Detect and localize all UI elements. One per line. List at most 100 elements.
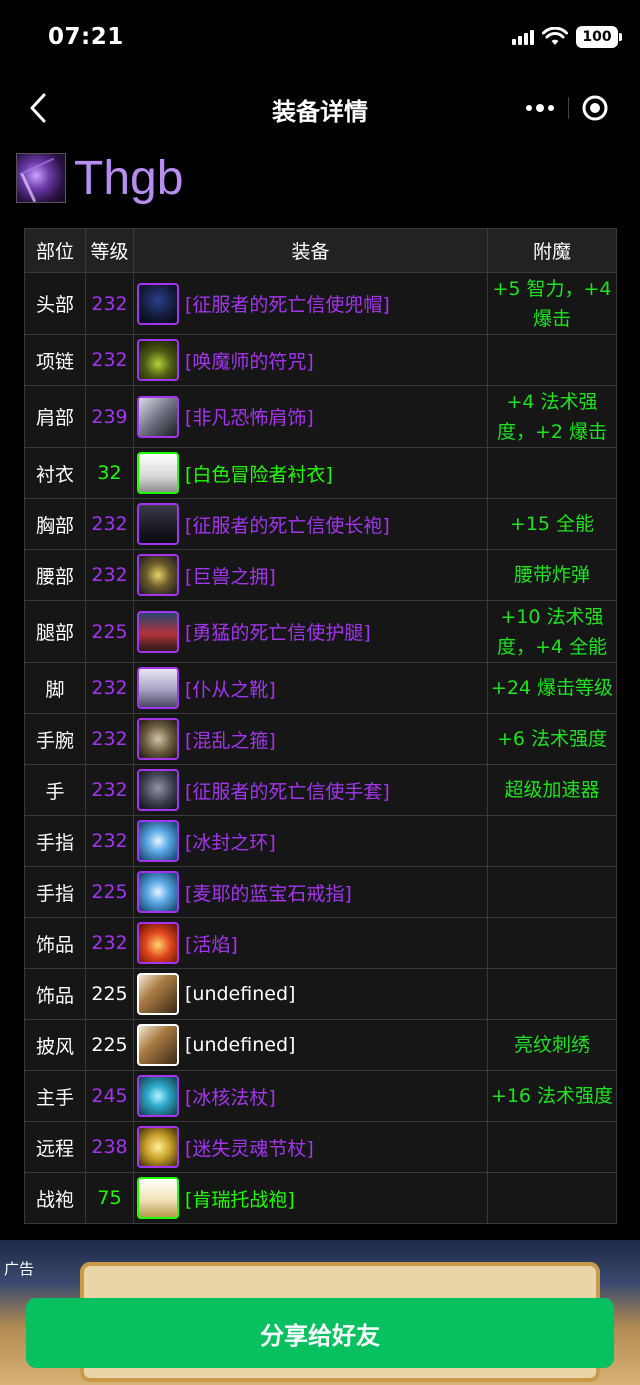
item-name[interactable]: [麦耶的蓝宝石戒指] xyxy=(185,879,352,906)
item-cell[interactable]: [唤魔师的符咒] xyxy=(133,334,488,386)
item-name[interactable]: [征服者的死亡信使兜帽] xyxy=(185,290,390,317)
enchant-cell xyxy=(487,447,617,499)
item-cell[interactable]: [麦耶的蓝宝石戒指] xyxy=(133,866,488,918)
item-name[interactable]: [活焰] xyxy=(185,930,238,957)
hood-icon xyxy=(137,282,179,325)
item-name[interactable]: [巨兽之拥] xyxy=(185,562,276,589)
cellular-signal-icon xyxy=(512,29,534,45)
enchant-cell: 腰带炸弹 xyxy=(487,549,617,601)
item-cell[interactable]: [仆从之靴] xyxy=(133,662,488,714)
equipment-row[interactable]: 饰品 232 [活焰] xyxy=(24,917,617,969)
enchant-cell: 超级加速器 xyxy=(487,764,617,816)
item-name[interactable]: [undefined] xyxy=(185,983,295,1005)
equipment-row[interactable]: 脚 232 [仆从之靴] +24 爆击等级 xyxy=(24,662,617,714)
level-cell: 232 xyxy=(85,713,134,765)
slot-cell: 手腕 xyxy=(24,713,86,765)
equipment-row[interactable]: 衬衣 32 [白色冒险者衬衣] xyxy=(24,447,617,499)
header-level: 等级 xyxy=(85,228,134,273)
item-name[interactable]: [征服者的死亡信使长袍] xyxy=(185,511,390,538)
slot-cell: 远程 xyxy=(24,1121,86,1173)
item-cell[interactable]: [征服者的死亡信使长袍] xyxy=(133,498,488,550)
equipment-table: 部位 等级 装备 附魔 头部 232 [征服者的死亡信使兜帽] +5 智力，+4 爆击… xyxy=(24,228,617,1224)
item-cell[interactable]: [征服者的死亡信使手套] xyxy=(133,764,488,816)
level-cell: 232 xyxy=(85,662,134,714)
table-header-row: 部位 等级 装备 附魔 xyxy=(24,228,617,273)
item-cell[interactable]: [冰封之环] xyxy=(133,815,488,867)
item-cell[interactable]: [混乱之箍] xyxy=(133,713,488,765)
more-button[interactable] xyxy=(512,90,568,126)
close-mini-program-button[interactable] xyxy=(568,90,622,126)
item-name[interactable]: [征服者的死亡信使手套] xyxy=(185,777,390,804)
item-cell[interactable]: [勇猛的死亡信使护腿] xyxy=(133,600,488,663)
item-cell[interactable]: [征服者的死亡信使兜帽] xyxy=(133,272,488,335)
equipment-row[interactable]: 战袍 75 [肯瑞托战袍] xyxy=(24,1172,617,1224)
enchant-cell xyxy=(487,1172,617,1224)
character-header: Thgb xyxy=(16,150,183,206)
item-name[interactable]: [唤魔师的符咒] xyxy=(185,347,314,374)
item-name[interactable]: [肯瑞托战袍] xyxy=(185,1185,295,1212)
level-cell: 232 xyxy=(85,764,134,816)
equipment-row[interactable]: 手腕 232 [混乱之箍] +6 法术强度 xyxy=(24,713,617,765)
equipment-row[interactable]: 腿部 225 [勇猛的死亡信使护腿] +10 法术强度，+4 全能 xyxy=(24,600,617,663)
level-cell: 225 xyxy=(85,600,134,663)
belt-icon xyxy=(137,554,179,596)
item-name[interactable]: [迷失灵魂节杖] xyxy=(185,1134,314,1161)
item-cell[interactable]: [冰核法杖] xyxy=(133,1070,488,1122)
item-name[interactable]: [冰核法杖] xyxy=(185,1083,276,1110)
equipment-row[interactable]: 项链 232 [唤魔师的符咒] xyxy=(24,334,617,386)
equipment-row[interactable]: 手指 225 [麦耶的蓝宝石戒指] xyxy=(24,866,617,918)
item-cell[interactable]: [肯瑞托战袍] xyxy=(133,1172,488,1224)
level-cell: 238 xyxy=(85,1121,134,1173)
boots-icon xyxy=(137,667,179,709)
header-slot: 部位 xyxy=(24,228,86,273)
slot-cell: 项链 xyxy=(24,334,86,386)
item-name[interactable]: [白色冒险者衬衣] xyxy=(185,460,333,487)
mini-program-capsule xyxy=(512,90,622,126)
equipment-row[interactable]: 远程 238 [迷失灵魂节杖] xyxy=(24,1121,617,1173)
equipment-row[interactable]: 胸部 232 [征服者的死亡信使长袍] +15 全能 xyxy=(24,498,617,550)
wand-icon xyxy=(137,1126,179,1168)
slot-cell: 肩部 xyxy=(24,385,86,448)
equipment-row[interactable]: 头部 232 [征服者的死亡信使兜帽] +5 智力，+4 爆击 xyxy=(24,272,617,335)
level-cell: 225 xyxy=(85,866,134,918)
battery-icon: 100 xyxy=(576,26,622,48)
enchant-cell: 亮纹刺绣 xyxy=(487,1019,617,1071)
item-cell[interactable]: [活焰] xyxy=(133,917,488,969)
share-button[interactable]: 分享给好友 xyxy=(26,1298,614,1368)
item-name[interactable]: [undefined] xyxy=(185,1034,295,1056)
nav-bar: 装备详情 xyxy=(0,76,640,140)
slot-cell: 主手 xyxy=(24,1070,86,1122)
status-bar: 07:21 100 xyxy=(0,0,640,76)
item-cell[interactable]: [巨兽之拥] xyxy=(133,549,488,601)
item-name[interactable]: [混乱之箍] xyxy=(185,726,276,753)
item-cell[interactable]: [undefined] xyxy=(133,968,488,1020)
equipment-row[interactable]: 腰部 232 [巨兽之拥] 腰带炸弹 xyxy=(24,549,617,601)
item-cell[interactable]: [白色冒险者衬衣] xyxy=(133,447,488,499)
level-cell: 32 xyxy=(85,447,134,499)
equipment-row[interactable]: 饰品 225 [undefined] xyxy=(24,968,617,1020)
item-name[interactable]: [冰封之环] xyxy=(185,828,276,855)
equipment-row[interactable]: 肩部 239 [非凡恐怖肩饰] +4 法术强度，+2 爆击 xyxy=(24,385,617,448)
header-item: 装备 xyxy=(133,228,488,273)
enchant-cell: +15 全能 xyxy=(487,498,617,550)
equipment-row[interactable]: 披风 225 [undefined] 亮纹刺绣 xyxy=(24,1019,617,1071)
item-name[interactable]: [仆从之靴] xyxy=(185,675,276,702)
unknown-item-icon xyxy=(137,1024,179,1066)
ad-label: 广告 xyxy=(4,1260,35,1278)
item-cell[interactable]: [非凡恐怖肩饰] xyxy=(133,385,488,448)
shirt-icon xyxy=(137,452,179,494)
level-cell: 245 xyxy=(85,1070,134,1122)
equipment-row[interactable]: 手 232 [征服者的死亡信使手套] 超级加速器 xyxy=(24,764,617,816)
level-cell: 232 xyxy=(85,272,134,335)
level-cell: 75 xyxy=(85,1172,134,1224)
equipment-row[interactable]: 手指 232 [冰封之环] xyxy=(24,815,617,867)
enchant-cell xyxy=(487,917,617,969)
item-name[interactable]: [勇猛的死亡信使护腿] xyxy=(185,618,371,645)
equipment-row[interactable]: 主手 245 [冰核法杖] +16 法术强度 xyxy=(24,1070,617,1122)
item-cell[interactable]: [迷失灵魂节杖] xyxy=(133,1121,488,1173)
flame-icon xyxy=(137,922,179,964)
item-cell[interactable]: [undefined] xyxy=(133,1019,488,1071)
item-name[interactable]: [非凡恐怖肩饰] xyxy=(185,403,314,430)
enchant-cell xyxy=(487,1121,617,1173)
enchant-cell: +6 法术强度 xyxy=(487,713,617,765)
